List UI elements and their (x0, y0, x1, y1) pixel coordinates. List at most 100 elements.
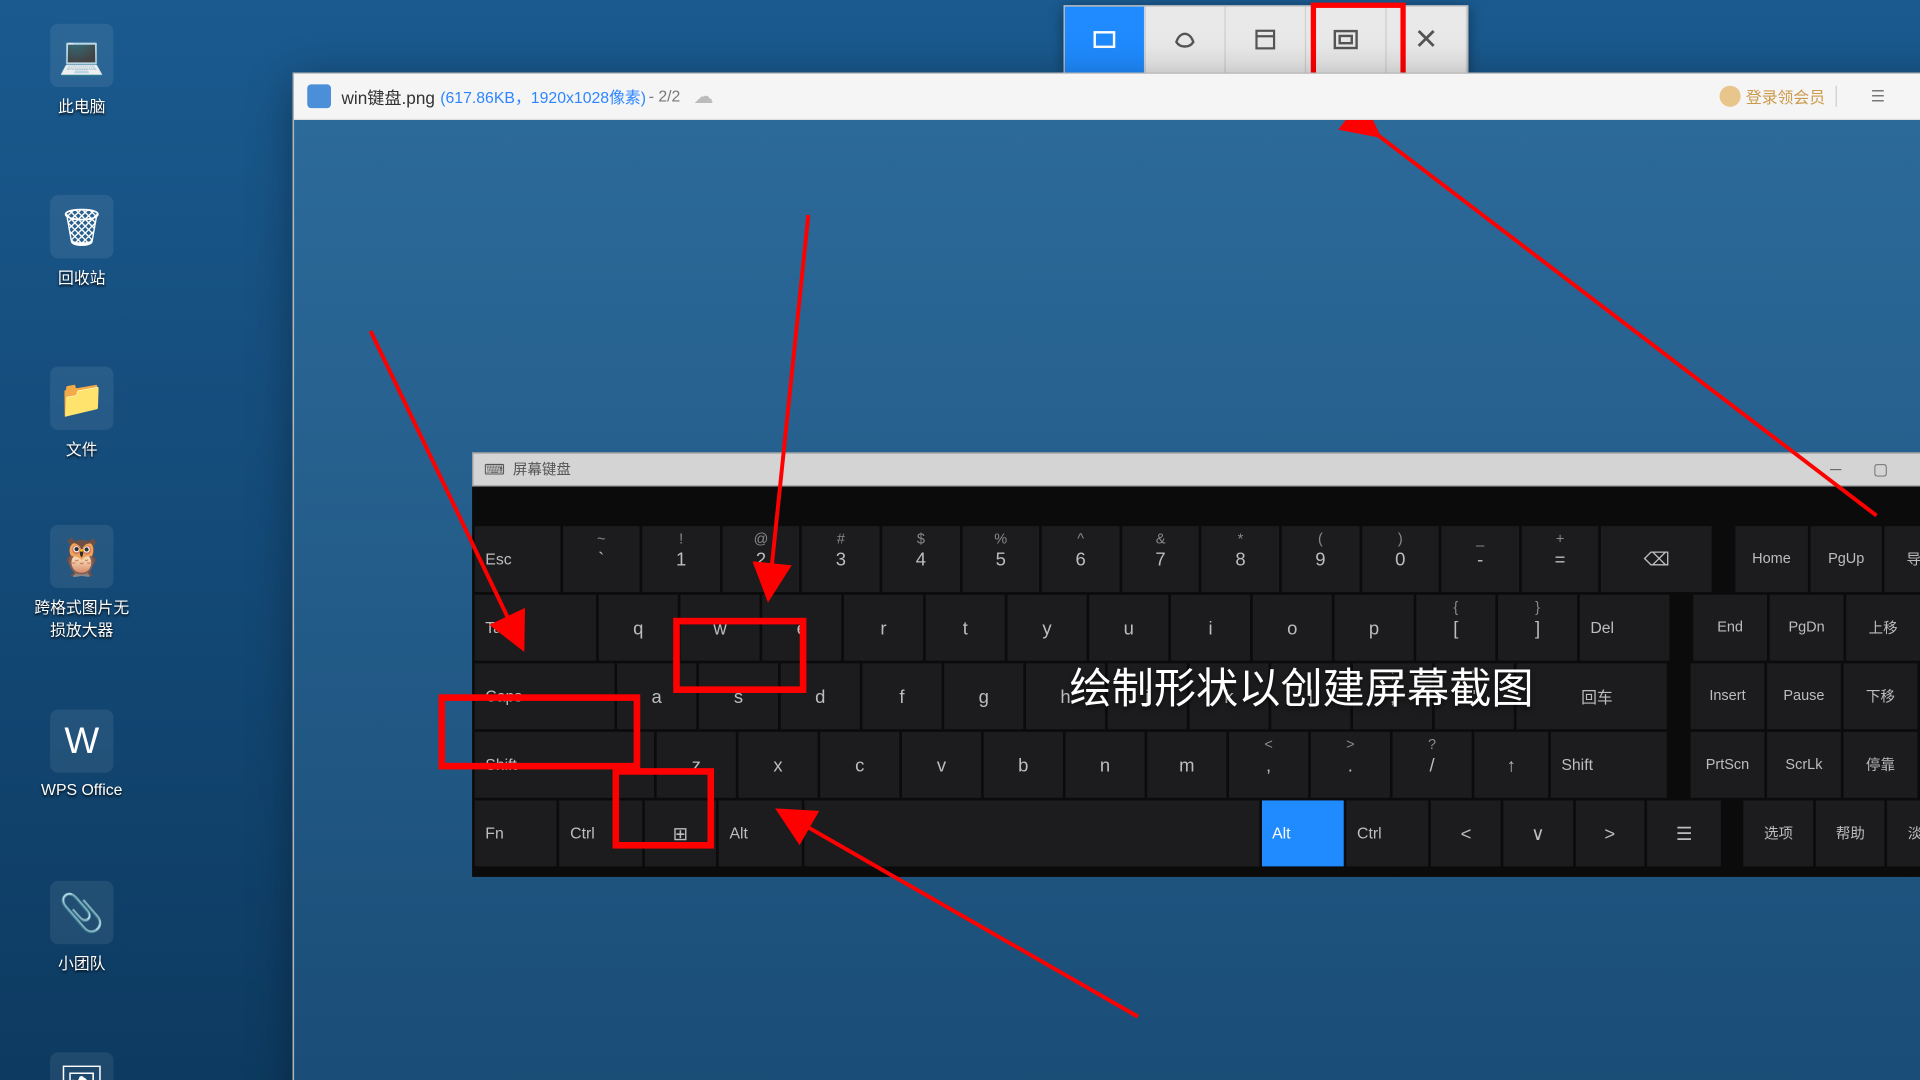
key->[interactable]: > (1575, 800, 1644, 866)
key-c[interactable]: c (820, 732, 899, 798)
app-icon: 🗑 (50, 195, 113, 258)
key-=[interactable]: += (1521, 526, 1598, 592)
key-space[interactable] (804, 800, 1259, 866)
snip-close-button[interactable]: ✕ (1387, 7, 1467, 73)
key-.[interactable]: >. (1311, 732, 1390, 798)
key-v[interactable]: v (902, 732, 981, 798)
key-回车[interactable]: 回车 (1516, 663, 1666, 729)
key-<[interactable]: < (1431, 800, 1500, 866)
navkey-Insert[interactable]: Insert (1691, 663, 1765, 729)
key-q[interactable]: q (599, 595, 678, 661)
key-Alt[interactable]: Alt (1262, 800, 1344, 866)
login-link[interactable]: 登录领会员 (1720, 85, 1826, 107)
desktop-icon[interactable]: WWPS Office (32, 709, 132, 799)
desktop-icon[interactable]: 📁文件 (32, 367, 132, 461)
app-icon: 📁 (50, 367, 113, 430)
key-7[interactable]: &7 (1122, 526, 1199, 592)
key-n[interactable]: n (1065, 732, 1144, 798)
key-Fn[interactable]: Fn (475, 800, 557, 866)
key-Ctrl[interactable]: Ctrl (1346, 800, 1428, 866)
key-Tab[interactable]: Tab (475, 595, 596, 661)
fullscreen-icon[interactable]: ⛶ (1908, 80, 1920, 112)
image-canvas: ⌨ 屏幕键盘 ─ ▢ ✕ Esc~`!1@2#3$4%5^6&7*8(9)0_-… (294, 120, 1920, 1080)
navkey-PrtScn[interactable]: PrtScn (1691, 732, 1765, 798)
osk-minimize[interactable]: ─ (1813, 460, 1858, 478)
desktop-icon[interactable]: 🦉跨格式图片无损放大器 (32, 525, 132, 641)
navkey-下移[interactable]: 下移 (1844, 663, 1918, 729)
menu-icon[interactable]: ☰ (1855, 80, 1900, 112)
desktop-icon[interactable]: 💻此电脑 (32, 24, 132, 118)
key-5[interactable]: %5 (962, 526, 1039, 592)
osk-maximize[interactable]: ▢ (1858, 460, 1903, 478)
key-,[interactable]: <, (1229, 732, 1308, 798)
key-3[interactable]: #3 (802, 526, 879, 592)
key-Ctrl[interactable]: Ctrl (560, 800, 642, 866)
osk-titlebar: ⌨ 屏幕键盘 ─ ▢ ✕ (472, 452, 1920, 486)
navkey-Home[interactable]: Home (1735, 526, 1807, 592)
key-r[interactable]: r (844, 595, 923, 661)
snip-rect-button[interactable] (1065, 7, 1145, 73)
key-2[interactable]: @2 (722, 526, 799, 592)
key-4[interactable]: $4 (882, 526, 959, 592)
navkey-PgDn[interactable]: PgDn (1770, 595, 1844, 661)
key-`[interactable]: ~` (563, 526, 640, 592)
cloud-icon[interactable]: ☁ (694, 84, 714, 108)
key-/[interactable]: ?/ (1393, 732, 1472, 798)
key-Esc[interactable]: Esc (475, 526, 560, 592)
desktop-icon[interactable]: 🗑回收站 (32, 195, 132, 289)
key-][interactable]: }] (1498, 595, 1577, 661)
key-Shift[interactable]: Shift (1551, 732, 1667, 798)
key-9[interactable]: (9 (1282, 526, 1359, 592)
key-⌫[interactable]: ⌫ (1601, 526, 1712, 592)
app-icon: W (50, 709, 113, 772)
key-Del[interactable]: Del (1580, 595, 1670, 661)
navkey-选项[interactable]: 选项 (1744, 800, 1813, 866)
key-p[interactable]: p (1335, 595, 1414, 661)
key-[[interactable]: {[ (1416, 595, 1495, 661)
key-d[interactable]: d (781, 663, 860, 729)
desktop-icon[interactable]: 🖼跨格式 (32, 1052, 132, 1080)
desktop-icon[interactable]: 📎小团队 (32, 881, 132, 975)
key-∨[interactable]: ∨ (1503, 800, 1572, 866)
navkey-End[interactable]: End (1693, 595, 1767, 661)
navkey-ScrLk[interactable]: ScrLk (1767, 732, 1841, 798)
key--[interactable]: _- (1442, 526, 1519, 592)
key-b[interactable]: b (984, 732, 1063, 798)
key-s[interactable]: s (699, 663, 778, 729)
osk-close[interactable]: ✕ (1903, 460, 1920, 478)
key-e[interactable]: e (762, 595, 841, 661)
key-a[interactable]: a (617, 663, 696, 729)
desktop: 💻此电脑 🗑回收站 📁文件 🦉跨格式图片无损放大器 WWPS Office 📎小团队 🖼跨格… (0, 0, 1920, 1080)
key-6[interactable]: ^6 (1042, 526, 1119, 592)
snip-freeform-button[interactable] (1145, 7, 1225, 73)
navkey-停靠[interactable]: 停靠 (1844, 732, 1918, 798)
key-i[interactable]: i (1171, 595, 1250, 661)
navkey-帮助[interactable]: 帮助 (1816, 800, 1885, 866)
key-m[interactable]: m (1147, 732, 1226, 798)
key-Alt[interactable]: Alt (719, 800, 801, 866)
key-g[interactable]: g (944, 663, 1023, 729)
key-☰[interactable]: ☰ (1647, 800, 1721, 866)
navkey-导航[interactable]: 导航 (1885, 526, 1920, 592)
key-1[interactable]: !1 (643, 526, 720, 592)
navkey-PgUp[interactable]: PgUp (1810, 526, 1882, 592)
navkey-Pause[interactable]: Pause (1767, 663, 1841, 729)
key-x[interactable]: x (738, 732, 817, 798)
key-f[interactable]: f (862, 663, 941, 729)
key-Caps[interactable]: Caps (475, 663, 615, 729)
key-↑[interactable]: ↑ (1474, 732, 1548, 798)
key-z[interactable]: z (657, 732, 736, 798)
navkey-淡化[interactable]: 淡化 (1888, 800, 1920, 866)
key-8[interactable]: *8 (1202, 526, 1279, 592)
key-o[interactable]: o (1253, 595, 1332, 661)
key-Shift[interactable]: Shift (475, 732, 654, 798)
navkey-上移[interactable]: 上移 (1846, 595, 1920, 661)
key-w[interactable]: w (680, 595, 759, 661)
snip-window-button[interactable] (1226, 7, 1306, 73)
key-t[interactable]: t (926, 595, 1005, 661)
key-0[interactable]: )0 (1362, 526, 1439, 592)
key-y[interactable]: y (1007, 595, 1086, 661)
snip-fullscreen-button[interactable] (1306, 7, 1386, 73)
key-u[interactable]: u (1089, 595, 1168, 661)
key-⊞[interactable]: ⊞ (645, 800, 717, 866)
